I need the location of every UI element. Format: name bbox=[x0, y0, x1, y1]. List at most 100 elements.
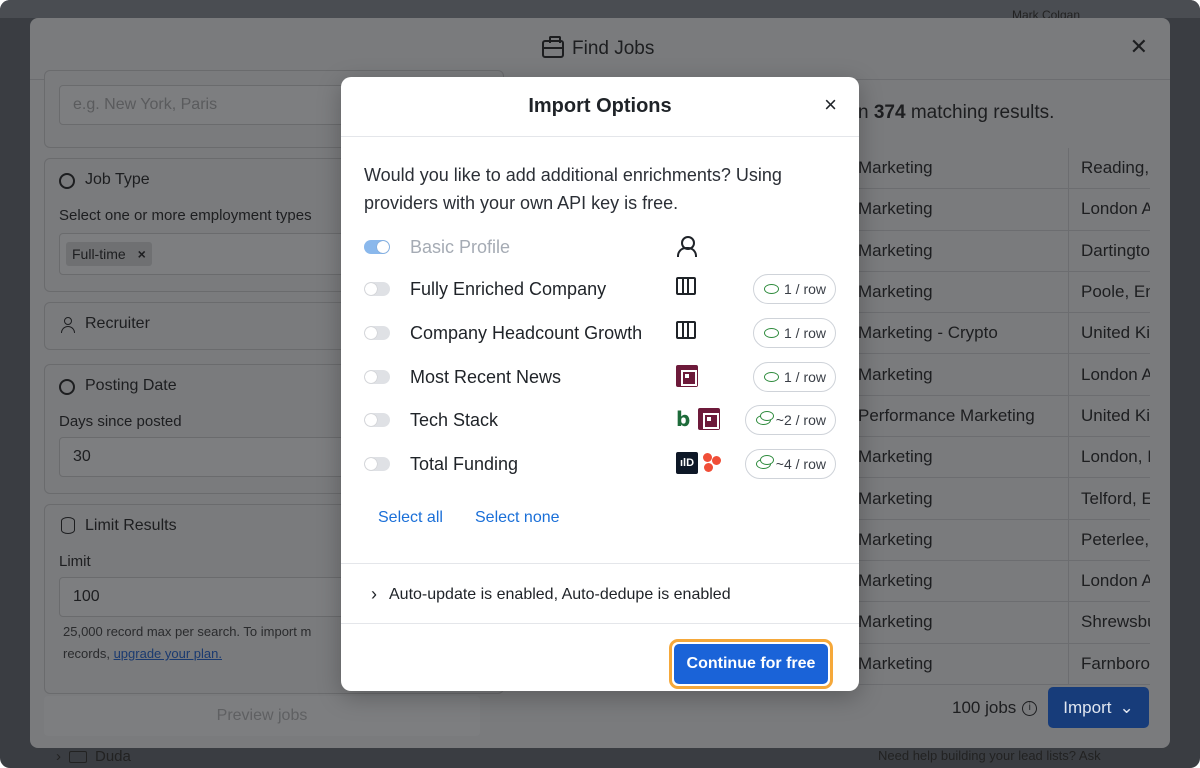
database-icon bbox=[61, 517, 75, 534]
results-summary: n 374 matching results. bbox=[858, 102, 1054, 124]
table-row[interactable]: Performance Marketing United Ki bbox=[858, 395, 1150, 438]
table-row[interactable]: Marketing Telford, E bbox=[858, 478, 1150, 520]
provider-icons bbox=[676, 235, 698, 257]
table-row[interactable]: Marketing London A bbox=[858, 189, 1150, 231]
jobs-count-text: 100 jobs bbox=[952, 698, 1017, 717]
cost-badge: 1 / row bbox=[752, 274, 836, 304]
crunchbase-provider-icon bbox=[702, 453, 722, 473]
clock-icon bbox=[59, 173, 75, 189]
location-cell: Dartingto bbox=[1068, 230, 1150, 271]
fully-enriched-company-toggle[interactable] bbox=[364, 282, 390, 296]
table-row[interactable]: Marketing London A bbox=[858, 560, 1150, 603]
results-table: Marketing Reading, Marketing London A Market… bbox=[858, 148, 1150, 685]
cost-text: ~2 / row bbox=[775, 412, 826, 428]
basic-profile-toggle bbox=[364, 240, 390, 254]
limit-results-title: Limit Results bbox=[85, 517, 177, 534]
option-total-funding: Total Funding ılD ~4 / row bbox=[364, 449, 836, 479]
limit-note-line2: records, bbox=[63, 646, 114, 661]
table-row[interactable]: Marketing London, I bbox=[858, 437, 1150, 479]
company-headcount-growth-toggle[interactable] bbox=[364, 326, 390, 340]
folder-name: Duda bbox=[95, 748, 131, 765]
modal-header: Import Options × bbox=[341, 77, 859, 137]
provider-icons: b bbox=[676, 408, 720, 430]
location-cell: Shrewsbu bbox=[1068, 602, 1150, 643]
job-type-subtitle: Select one or more employment types bbox=[59, 207, 312, 224]
location-cell: London A bbox=[1068, 189, 1150, 230]
location-cell: London A bbox=[1068, 354, 1150, 395]
person-icon bbox=[676, 235, 698, 257]
chip-full-time: Full-time × bbox=[66, 242, 152, 266]
modal-description: Would you like to add additional enrichm… bbox=[364, 165, 782, 213]
option-tech-stack: Tech Stack b ~2 / row bbox=[364, 405, 836, 435]
cost-badge: ~2 / row bbox=[744, 405, 836, 435]
jobs-count: 100 jobs i bbox=[952, 698, 1038, 718]
table-row[interactable]: Marketing Dartingto bbox=[858, 230, 1150, 272]
briefcase-icon bbox=[542, 36, 564, 58]
table-row[interactable]: Marketing Reading, bbox=[858, 148, 1150, 190]
job-title-cell: Marketing bbox=[858, 282, 933, 302]
location-cell: London, I bbox=[1068, 437, 1150, 478]
option-label: Company Headcount Growth bbox=[410, 322, 643, 343]
info-icon[interactable]: i bbox=[1022, 700, 1038, 716]
location-cell: Telford, E bbox=[1068, 478, 1150, 519]
provider-icons bbox=[676, 321, 696, 339]
option-most-recent-news: Most Recent News 1 / row bbox=[364, 362, 836, 392]
job-title-cell: Marketing - Crypto bbox=[858, 323, 998, 343]
total-funding-toggle[interactable] bbox=[364, 457, 390, 471]
table-row[interactable]: Marketing - Crypto United Ki bbox=[858, 313, 1150, 355]
upgrade-plan-link[interactable]: upgrade your plan. bbox=[114, 646, 222, 661]
location-cell: Reading, bbox=[1068, 148, 1150, 189]
tech-stack-toggle[interactable] bbox=[364, 413, 390, 427]
option-label: Basic Profile bbox=[410, 236, 511, 257]
table-row[interactable]: Marketing Farnboro bbox=[858, 643, 1150, 685]
location-cell: London A bbox=[1068, 560, 1150, 602]
job-title-cell: Marketing bbox=[858, 571, 933, 591]
job-title-cell: Marketing bbox=[858, 158, 933, 178]
recruiter-title: Recruiter bbox=[85, 315, 150, 332]
provider-icons bbox=[676, 365, 698, 387]
select-none-link[interactable]: Select none bbox=[475, 509, 560, 527]
table-row[interactable]: Marketing Poole, En bbox=[858, 271, 1150, 314]
clock-icon bbox=[59, 379, 75, 395]
results-prefix: n bbox=[858, 102, 874, 123]
option-fully-enriched-company: Fully Enriched Company 1 / row bbox=[364, 274, 836, 304]
close-icon[interactable]: × bbox=[824, 93, 837, 117]
person-icon bbox=[61, 317, 75, 333]
option-label: Total Funding bbox=[410, 453, 519, 474]
cost-text: 1 / row bbox=[783, 325, 826, 341]
provider-icons: ılD bbox=[676, 452, 722, 474]
table-row[interactable]: Marketing London A bbox=[858, 354, 1150, 396]
posting-date-subtitle: Days since posted bbox=[59, 413, 182, 430]
job-title-cell: Marketing bbox=[858, 612, 933, 632]
job-title-cell: Performance Marketing bbox=[858, 405, 1035, 425]
building-icon bbox=[676, 321, 696, 339]
cost-badge: ~4 / row bbox=[744, 449, 836, 479]
import-button[interactable]: Import ⌄ bbox=[1048, 687, 1149, 728]
limit-subtitle: Limit bbox=[59, 553, 91, 570]
job-title-cell: Marketing bbox=[858, 653, 933, 673]
job-title-cell: Marketing bbox=[858, 364, 933, 384]
posting-date-title: Posting Date bbox=[85, 377, 177, 394]
table-row[interactable]: Marketing Shrewsbu bbox=[858, 602, 1150, 644]
job-title-cell: Marketing bbox=[858, 199, 933, 219]
preview-jobs-button[interactable]: Preview jobs bbox=[44, 696, 480, 736]
import-button-label: Import bbox=[1063, 697, 1112, 717]
divider bbox=[341, 623, 859, 624]
panel-title-text: Find Jobs bbox=[572, 38, 655, 59]
job-title-cell: Marketing bbox=[858, 447, 933, 467]
panel-close-icon[interactable]: ✕ bbox=[1130, 36, 1148, 58]
coin-icon bbox=[763, 284, 779, 294]
news-provider-icon bbox=[676, 365, 698, 387]
cost-text: 1 / row bbox=[783, 369, 826, 385]
location-cell: United Ki bbox=[1068, 313, 1150, 354]
background-help-text: Need help building your lead lists? Ask bbox=[878, 748, 1101, 763]
most-recent-news-toggle[interactable] bbox=[364, 370, 390, 384]
select-all-link[interactable]: Select all bbox=[378, 509, 443, 527]
chip-remove-icon[interactable]: × bbox=[138, 246, 146, 262]
chevron-right-icon: › bbox=[56, 748, 61, 765]
results-suffix: matching results. bbox=[905, 102, 1055, 123]
provider-icons bbox=[676, 277, 696, 295]
continue-for-free-button[interactable]: Continue for free bbox=[674, 644, 828, 684]
table-row[interactable]: Marketing Peterlee, bbox=[858, 519, 1150, 561]
auto-settings-toggle[interactable]: › Auto-update is enabled, Auto-dedupe is… bbox=[371, 584, 731, 605]
